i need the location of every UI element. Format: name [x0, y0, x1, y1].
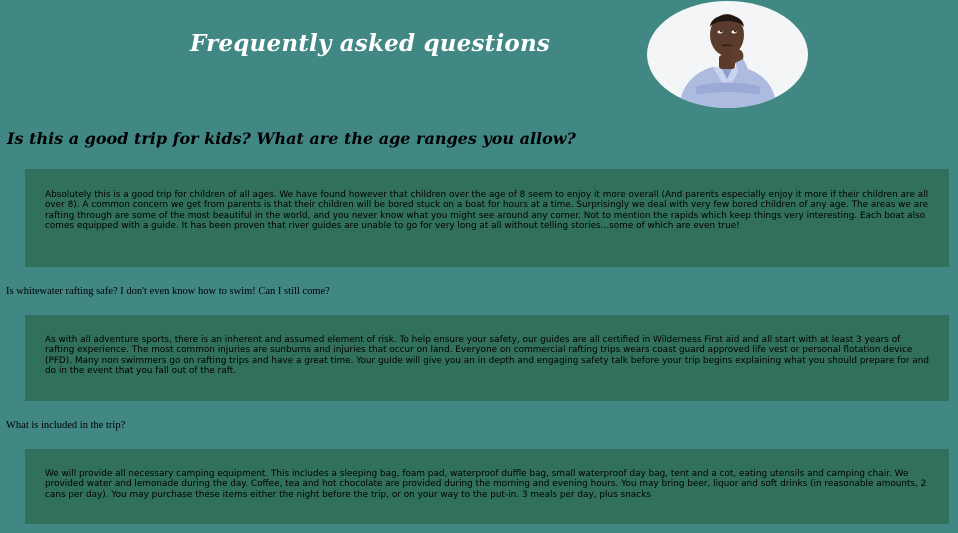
faq-question-2: Is whitewater rafting safe? I don't even… — [6, 286, 330, 297]
faq-answer-3-box: We will provide all necessary camping eq… — [25, 449, 949, 524]
faq-question-3: What is included in the trip? — [6, 420, 126, 431]
avatar — [647, 1, 808, 108]
faq-answer-3: We will provide all necessary camping eq… — [45, 469, 927, 500]
page-title: Frequently asked questions — [190, 30, 551, 57]
thinking-man-icon — [679, 14, 777, 108]
faq-answer-1: Absolutely this is a good trip for child… — [45, 190, 929, 232]
faq-answer-2-box: As with all adventure sports, there is a… — [25, 315, 949, 401]
faq-question-1: Is this a good trip for kids? What are t… — [7, 129, 576, 148]
faq-answer-1-box: Absolutely this is a good trip for child… — [25, 169, 949, 267]
faq-answer-2: As with all adventure sports, there is a… — [45, 335, 929, 377]
